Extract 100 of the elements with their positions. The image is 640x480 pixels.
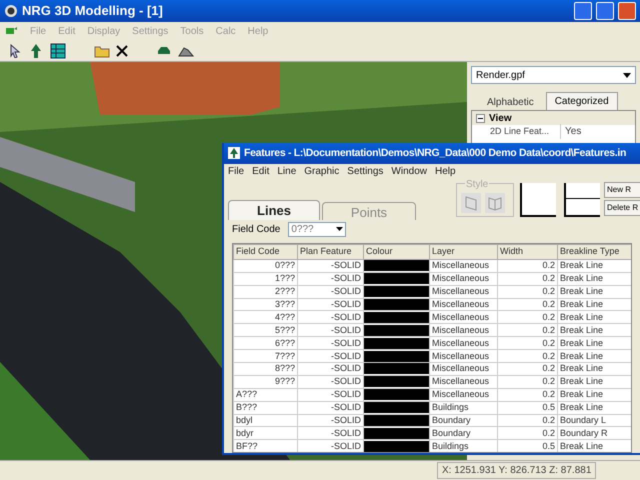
table-cell: Miscellaneous	[430, 388, 498, 402]
menu-item[interactable]: Window	[391, 164, 427, 180]
table-cell: BF??	[234, 440, 298, 452]
minimize-button[interactable]	[574, 2, 592, 20]
column-header[interactable]: Plan Feature	[298, 244, 364, 260]
field-code-label: Field Code	[232, 222, 280, 237]
table-cell: -SOLID	[298, 401, 364, 414]
table-cell: 0.2	[498, 336, 558, 350]
table-cell: Break Line	[558, 388, 631, 402]
table-cell: 0.2	[498, 414, 558, 427]
table-cell: B???	[234, 401, 298, 414]
folder-icon[interactable]	[94, 44, 110, 58]
table-cell: -SOLID	[298, 324, 364, 337]
menu-item[interactable]: Line	[277, 164, 296, 180]
tab[interactable]: Alphabetic	[479, 94, 542, 110]
table-cell: 9???	[234, 375, 298, 388]
table-cell: 0.2	[498, 272, 558, 286]
file-dropdown[interactable]: Render.gpf	[471, 66, 636, 84]
table-cell: 6???	[234, 336, 298, 350]
line-preview	[520, 182, 556, 217]
table-cell: Miscellaneous	[430, 285, 498, 298]
table-cell: Break Line	[558, 310, 631, 324]
table-cell: 0.2	[498, 388, 558, 402]
table-cell: Buildings	[430, 440, 498, 452]
table-cell: Break Line	[558, 298, 631, 311]
maximize-button[interactable]	[596, 2, 614, 20]
table-cell: Miscellaneous	[430, 298, 498, 311]
table-cell: Break Line	[558, 336, 631, 350]
column-header[interactable]: Breakline Type	[558, 244, 631, 260]
table-cell: 8???	[234, 362, 298, 376]
table-cell: -SOLID	[298, 375, 364, 388]
table-cell: 0.2	[498, 350, 558, 363]
menu-item[interactable]: Help	[435, 164, 456, 180]
table-cell: -SOLID	[298, 362, 364, 376]
table-cell: Miscellaneous	[430, 324, 498, 337]
close-icon[interactable]	[116, 44, 128, 56]
tab[interactable]: Lines	[228, 200, 320, 220]
table-cell: Miscellaneous	[430, 350, 498, 363]
table-cell: bdyl	[234, 414, 298, 427]
table-cell: A???	[234, 388, 298, 402]
table-cell: 7???	[234, 350, 298, 363]
table-cell: 0.2	[498, 324, 558, 337]
menu-item[interactable]: Settings	[347, 164, 384, 180]
menu-item[interactable]: File	[228, 164, 244, 180]
table-cell: 3???	[234, 298, 298, 311]
table-cell: 0.2	[498, 375, 558, 388]
table-cell: -SOLID	[298, 310, 364, 324]
table-cell: Boundary R	[558, 426, 631, 440]
table-cell: -SOLID	[298, 388, 364, 402]
table-cell: Miscellaneous	[430, 259, 498, 272]
column-header[interactable]: Field Code	[234, 244, 298, 260]
property-value: Yes	[560, 124, 582, 139]
table-cell: Break Line	[558, 285, 631, 298]
table-cell: -SOLID	[298, 414, 364, 427]
dropdown-arrow-icon	[623, 72, 631, 78]
table-cell: Miscellaneous	[430, 310, 498, 324]
toolbar-button[interactable]: Delete R	[604, 200, 640, 216]
group-label: Style	[465, 176, 490, 192]
close-button[interactable]	[618, 2, 636, 20]
toolbar-button[interactable]: New R	[604, 182, 640, 198]
column-header[interactable]: Colour	[364, 244, 430, 260]
menu-item[interactable]: Graphic	[304, 164, 340, 180]
menu-item[interactable]: Edit	[252, 164, 270, 180]
table-cell: 0???	[234, 259, 298, 272]
table-cell: 0.2	[498, 362, 558, 376]
table-cell: Boundary	[430, 414, 498, 427]
table-cell: Miscellaneous	[430, 336, 498, 350]
table-cell: -SOLID	[298, 259, 364, 272]
table-cell: Break Line	[558, 401, 631, 414]
column-header[interactable]: Width	[498, 244, 558, 260]
table-cell: 1???	[234, 272, 298, 286]
column-header[interactable]: Layer	[430, 244, 498, 260]
table-cell: 4???	[234, 310, 298, 324]
pointer-icon[interactable]	[8, 44, 22, 58]
terrain-icon[interactable]	[178, 44, 194, 56]
table-cell: 0.2	[498, 310, 558, 324]
table-cell: -SOLID	[298, 426, 364, 440]
table-cell: 0.5	[498, 401, 558, 414]
table-cell: -SOLID	[298, 272, 364, 286]
coordinates-readout: X: 1251.931 Y: 826.713 Z: 87.881	[437, 462, 596, 479]
table-cell: -SOLID	[298, 336, 364, 350]
table-cell: 0.2	[498, 426, 558, 440]
table-cell: 0.2	[498, 285, 558, 298]
table-cell: -SOLID	[298, 350, 364, 363]
grid-icon[interactable]	[50, 42, 66, 58]
table-cell: Miscellaneous	[430, 362, 498, 376]
collapse-toggle-icon[interactable]	[476, 114, 485, 122]
table-cell: Miscellaneous	[430, 272, 498, 286]
app-menu-icon[interactable]	[4, 25, 18, 37]
tab[interactable]: Categorized	[546, 92, 618, 110]
table-cell: -SOLID	[298, 285, 364, 298]
field-code-dropdown[interactable]: 0???	[288, 222, 346, 237]
table-cell: Break Line	[558, 272, 631, 286]
table-cell: Boundary L	[558, 414, 631, 427]
table-cell: Break Line	[558, 259, 631, 272]
table-cell: 5???	[234, 324, 298, 337]
table-cell: 0.2	[498, 259, 558, 272]
property-name: 2D Line Feat...	[489, 124, 550, 138]
table-cell: bdyr	[234, 426, 298, 440]
table-cell: Miscellaneous	[430, 375, 498, 388]
